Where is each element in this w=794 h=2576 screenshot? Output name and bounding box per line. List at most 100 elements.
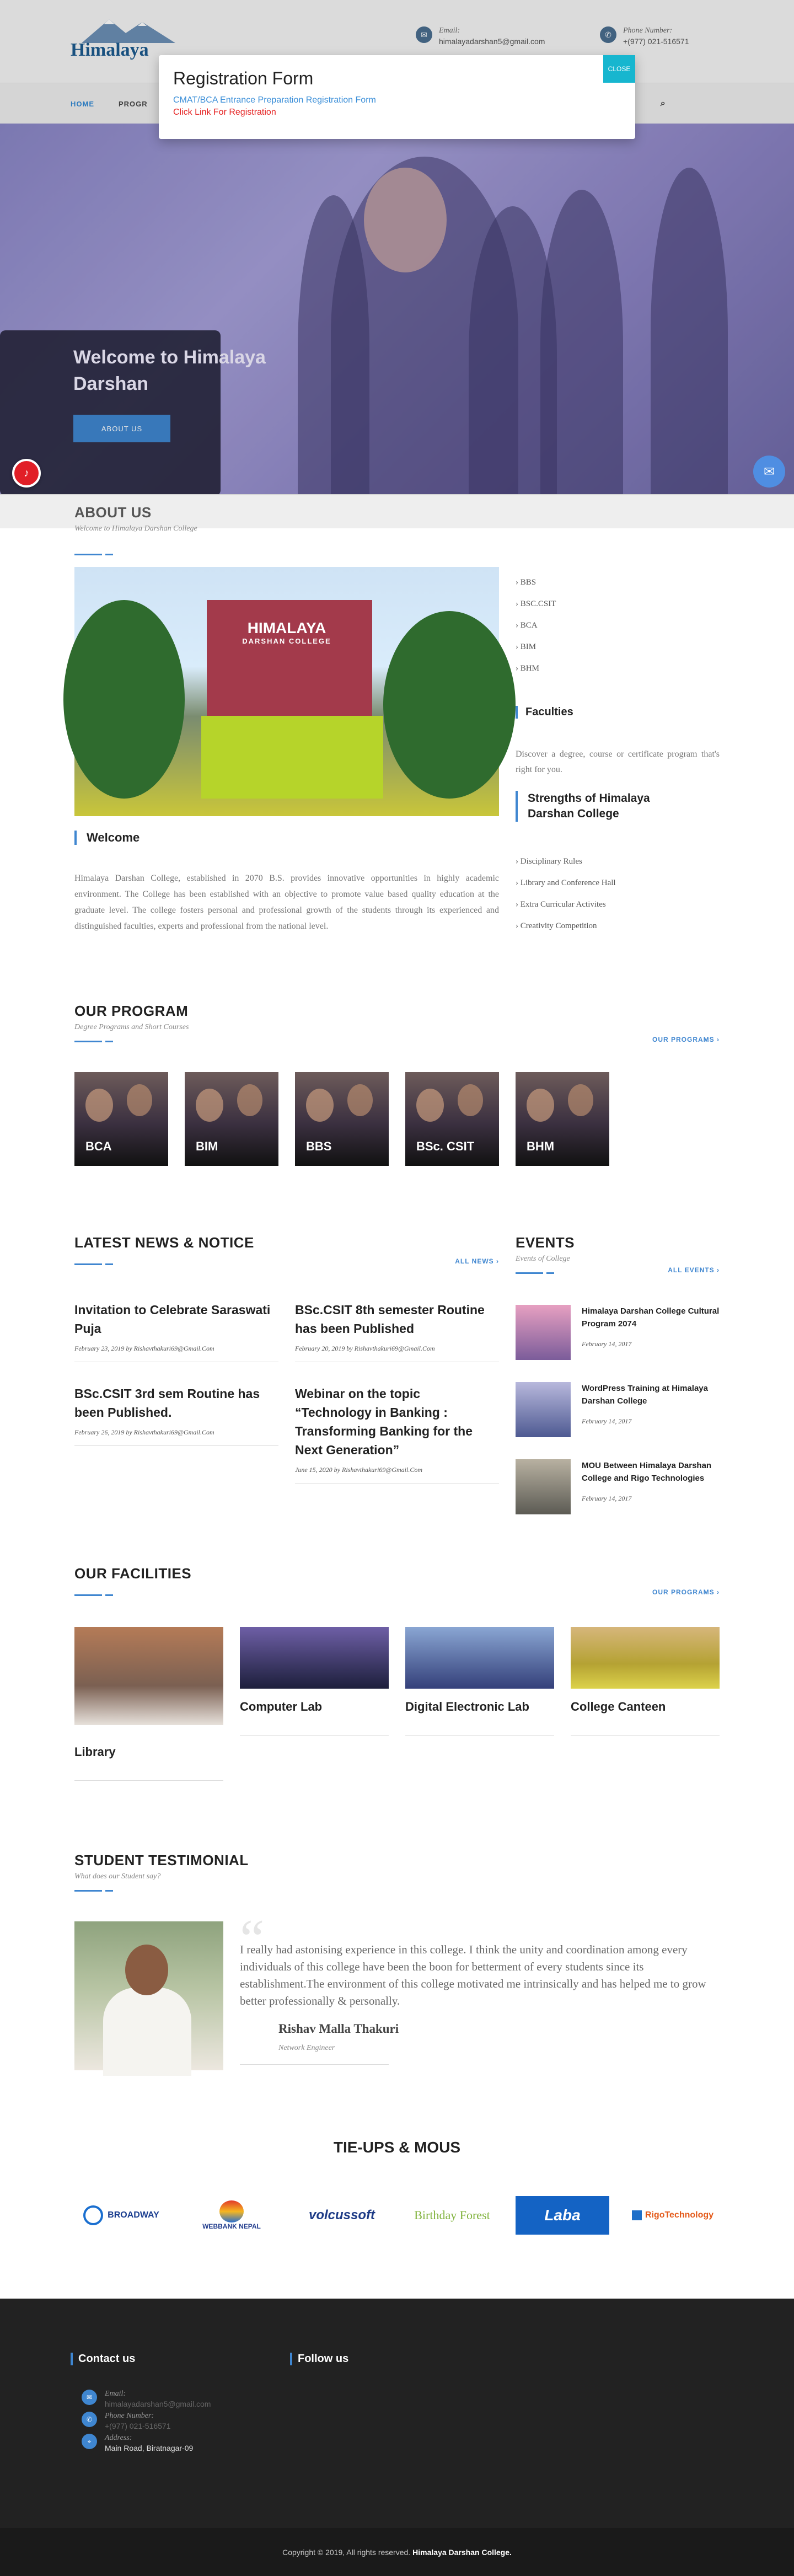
site-footer: Contact us ✉ Email: himalayadarshan5@gmai… [0,2299,794,2576]
tieups-title: TIE-UPS & MOUS [333,2139,461,2156]
strength-item[interactable]: Library and Conference Hall [516,879,616,888]
tieup-logo-label: volcussoft [308,2208,375,2222]
event-thumbnail[interactable] [516,1305,571,1360]
volcussoft-logo[interactable]: volcussoft [295,2196,389,2235]
facility-card-digital-lab[interactable]: Digital Electronic Lab [405,1627,554,1781]
news-by: by [126,1345,132,1352]
our-programs-link[interactable]: OUR PROGRAMS › [652,1036,720,1043]
news-title-text[interactable]: Invitation to Celebrate Saraswati Puja [74,1300,278,1338]
news-date: June 15, 2020 [295,1466,332,1474]
events-underline [516,1272,554,1274]
program-card-bbs[interactable]: BBS [295,1072,389,1166]
footer-contact-heading: Contact us [71,2353,200,2365]
event-thumbnail[interactable] [516,1459,571,1514]
news-underline [74,1263,113,1265]
event-title[interactable]: WordPress Training at Himalaya Darshan C… [582,1382,720,1407]
modal-title: Registration Form [173,68,314,88]
facility-card-canteen[interactable]: College Canteen [571,1627,720,1781]
strengths-heading: Strengths of Himalaya Darshan College [516,791,681,822]
laba-logo[interactable]: Laba [516,2196,609,2235]
tieup-logo-label: Birthday Forest [414,2208,490,2222]
campus-tree-left [63,600,185,799]
news-author[interactable]: Rishavthakuri69@Gmail.Com [134,1345,214,1352]
student-photo [416,1089,444,1122]
event-title[interactable]: Himalaya Darshan College Cultural Progra… [582,1305,720,1330]
modal-subtitle-link[interactable]: CMAT/BCA Entrance Preparation Registrati… [173,95,621,105]
faculties-text: Discover a degree, course or certificate… [516,749,720,774]
campus-sign-main: HIMALAYA [247,619,326,636]
strength-item[interactable]: Creativity Competition [516,922,616,931]
facility-card-library[interactable]: Library [74,1627,223,1781]
facility-image[interactable] [74,1627,223,1725]
news-item[interactable]: BSc.CSIT 8th semester Routine has been P… [295,1300,499,1362]
faculties-heading: Faculties [516,706,573,719]
facility-label[interactable]: Computer Lab [240,1700,389,1714]
event-item[interactable]: Himalaya Darshan College Cultural Progra… [516,1305,720,1360]
program-list-item[interactable]: BSC.CSIT [516,599,720,609]
footer-address-label: Address: [105,2434,132,2442]
footer-follow: Follow us [290,2353,348,2365]
all-events-link[interactable]: ALL EVENTS › [668,1266,720,1274]
facility-label[interactable]: College Canteen [571,1700,720,1714]
news-item[interactable]: Invitation to Celebrate Saraswati Puja F… [74,1300,278,1362]
event-item[interactable]: WordPress Training at Himalaya Darshan C… [516,1382,720,1437]
program-subtitle: Degree Programs and Short Courses [74,1023,189,1031]
facility-cards: Library Computer Lab Digital Electronic … [74,1627,720,1781]
facility-label[interactable]: Library [74,1745,223,1759]
registration-link[interactable]: Click Link For Registration [173,108,621,117]
facilities-section: OUR FACILITIES OUR PROGRAMS › Library Co… [74,1565,720,1852]
program-card-bsc-csit[interactable]: BSc. CSIT [405,1072,499,1166]
strength-item[interactable]: Extra Curricular Activites [516,900,616,909]
program-list-item[interactable]: BBS [516,578,720,587]
testimonial-name: Rishav Malla Thakuri [278,2022,399,2036]
program-list-item[interactable]: BIM [516,642,720,652]
email-icon: ✉ [82,2390,97,2405]
facility-image[interactable] [571,1627,720,1689]
webbank-logo-icon [219,2200,244,2222]
program-card-bca[interactable]: BCA [74,1072,168,1166]
strength-item[interactable]: Disciplinary Rules [516,857,616,866]
program-list-item[interactable]: BCA [516,621,720,630]
webbank-logo[interactable]: WEBBANK NEPAL [185,2196,278,2235]
event-thumbnail[interactable] [516,1382,571,1437]
facilities-programs-link[interactable]: OUR PROGRAMS › [652,1588,720,1596]
news-title-text[interactable]: BSc.CSIT 3rd sem Routine has been Publis… [74,1384,278,1422]
news-author[interactable]: Rishavthakuri69@Gmail.Com [342,1466,422,1474]
testimonial-underline [74,1890,113,1892]
footer-phone-value[interactable]: +(977) 021-516571 [105,2422,171,2430]
bell-icon[interactable]: ♪ [12,459,41,488]
about-header: ABOUT US Welcome to Himalaya Darshan Col… [0,494,794,533]
program-list-item[interactable]: BHM [516,664,720,673]
news-divider [295,1483,499,1484]
testimonial-role: Network Engineer [278,2044,335,2052]
news-title-text[interactable]: Webinar on the topic “Technology in Bank… [295,1384,499,1459]
strengths-list: Disciplinary Rules Library and Conferenc… [516,857,616,943]
all-news-link[interactable]: ALL NEWS › [455,1257,499,1265]
program-card-bim[interactable]: BIM [185,1072,278,1166]
news-author[interactable]: Rishavthakuri69@Gmail.Com [134,1428,214,1436]
news-title-text[interactable]: BSc.CSIT 8th semester Routine has been P… [295,1300,499,1338]
facility-image[interactable] [240,1627,389,1689]
news-grid: Invitation to Celebrate Saraswati Puja F… [74,1300,499,1484]
news-author[interactable]: Rishavthakuri69@Gmail.Com [355,1345,435,1352]
phone-icon: ✆ [82,2412,97,2427]
messenger-icon[interactable]: ✉ [753,456,785,488]
program-card-bhm[interactable]: BHM [516,1072,609,1166]
news-item[interactable]: BSc.CSIT 3rd sem Routine has been Publis… [74,1384,278,1484]
facility-card-computer-lab[interactable]: Computer Lab [240,1627,389,1781]
tieup-logo-label: BROADWAY [108,2210,159,2220]
footer-email-value[interactable]: himalayadarshan5@gmail.com [105,2400,211,2408]
news-item[interactable]: Webinar on the topic “Technology in Bank… [295,1384,499,1484]
close-modal-button[interactable]: CLOSE [603,55,635,83]
facility-image[interactable] [405,1627,554,1689]
program-title: OUR PROGRAM [74,1003,189,1019]
event-title[interactable]: MOU Between Himalaya Darshan College and… [582,1459,720,1485]
broadway-logo[interactable]: BROADWAY [74,2196,168,2235]
event-item[interactable]: MOU Between Himalaya Darshan College and… [516,1459,720,1514]
footer-follow-heading: Follow us [290,2353,348,2365]
birthday-forest-logo[interactable]: Birthday Forest [405,2196,499,2235]
facility-label[interactable]: Digital Electronic Lab [405,1700,554,1714]
event-date: February 14, 2017 [582,1340,632,1348]
rigo-logo[interactable]: RigoTechnology [626,2196,720,2235]
news-by: by [126,1428,132,1436]
